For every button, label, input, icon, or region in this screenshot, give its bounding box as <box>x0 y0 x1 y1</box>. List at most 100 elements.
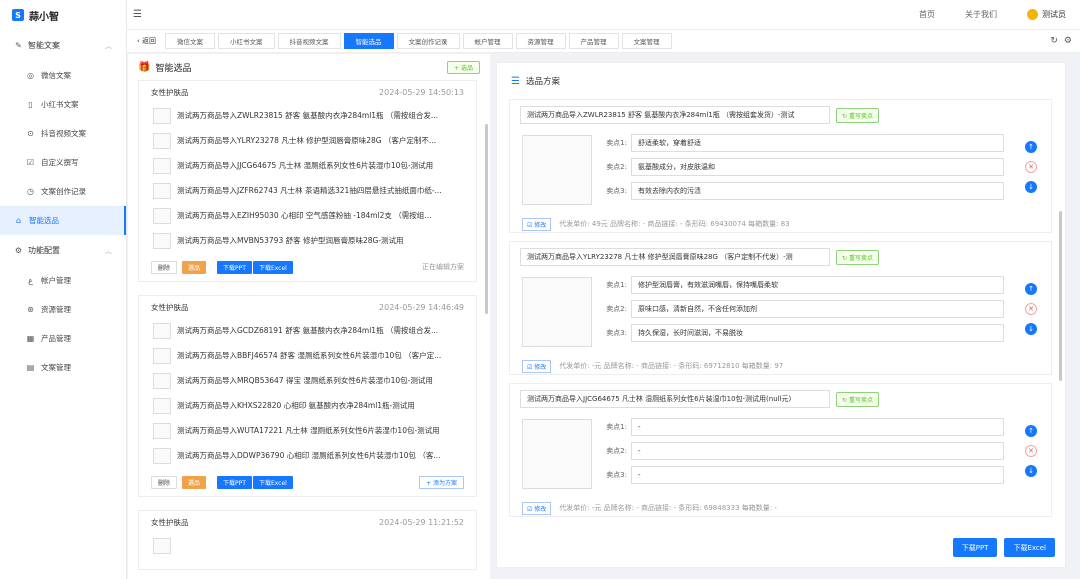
delete-button[interactable]: 删除 <box>151 475 178 489</box>
move-down-icon[interactable]: ↓ <box>1025 181 1037 193</box>
download-excel-button[interactable]: 下载Excel <box>252 260 293 274</box>
sidebar-item-smart-select[interactable]: ⌂ 智能选品 <box>0 206 126 235</box>
add-selection-button[interactable]: + 选品 <box>447 60 480 74</box>
card-name: 女性护肤品 <box>151 302 189 312</box>
reselect-button[interactable]: 選品 <box>182 260 207 274</box>
scrollbar[interactable] <box>485 124 488 314</box>
refresh-icon[interactable]: ↻ <box>1050 36 1058 46</box>
delete-icon[interactable]: ✕ <box>1025 445 1037 457</box>
list-item[interactable]: 测试两万商品导入JZFR62743 凡士林 茶语精选321抽四层悬挂式抽纸面巾纸… <box>139 178 476 203</box>
edit-label: 修改 <box>534 505 547 513</box>
list-item[interactable] <box>139 533 476 558</box>
move-down-icon[interactable]: ↓ <box>1025 465 1037 477</box>
back-button[interactable]: ‹ 返回 <box>131 36 162 46</box>
selling-point-input[interactable]: 氨基酸成分，对皮肤温和 <box>631 158 1004 176</box>
delete-icon[interactable]: ✕ <box>1025 161 1037 173</box>
selling-point-input[interactable]: 修护型润唇膏，有效滋润嘴唇，保持嘴唇柔软 <box>631 276 1004 294</box>
plan-title-input[interactable]: 测试两万商品导入JJCG64675 凡士林 湿厕纸系列女性6片装湿巾10包-测试… <box>520 390 830 408</box>
list-item[interactable]: 测试两万商品导入JJCG64675 凡士林 湿厕纸系列女性6片装湿巾10包-测试… <box>139 153 476 178</box>
delete-icon[interactable]: ✕ <box>1025 303 1037 315</box>
selling-point-input[interactable]: 原味口感，清新自然，不含任何添加剂 <box>631 300 1004 318</box>
edit-label: 修改 <box>534 363 547 371</box>
image-placeholder-icon <box>153 347 171 364</box>
list-item[interactable]: 测试两万商品导入DDWP36790 心相印 湿厕纸系列女性6片装湿巾10包 （客… <box>139 443 476 468</box>
tab-product[interactable]: 产品管理 <box>568 33 619 49</box>
tab-wechat[interactable]: 微信文案 <box>165 33 216 49</box>
sidebar-item-copy[interactable]: ▤ 文案管理 <box>0 353 126 382</box>
selling-point-input[interactable]: 有效去除内衣的污渍 <box>631 182 1004 200</box>
image-placeholder-icon <box>153 157 171 174</box>
sidebar: S 蒜小智 ✎ 智能文案 ︿ ◎ 微信文案 ▯ 小红书文案 ⊙ 抖音视频文案 ☑ 自定义撰… <box>0 0 127 579</box>
selling-point-input[interactable]: - <box>631 442 1004 460</box>
nav-about[interactable]: 关于我们 <box>965 9 997 20</box>
list-item[interactable]: 测试两万商品导入WUTA17221 凡士林 湿厕纸系列女性6片装湿巾10包-测试… <box>139 418 476 443</box>
tab-account[interactable]: 帐户管理 <box>462 33 513 49</box>
selling-point-input[interactable]: 舒适柔软，穿着舒适 <box>631 134 1004 152</box>
move-up-icon[interactable]: ↑ <box>1025 141 1037 153</box>
menu-group-smart-copy[interactable]: ✎ 智能文案 ︿ <box>0 30 126 61</box>
wechat-icon: ◎ <box>27 71 34 80</box>
rewrite-selling-points-button[interactable]: ↻ 重写卖点 <box>836 107 879 123</box>
plan-panel: ☰ 选品方案 测试两万商品导入ZWLR23815 舒客 氨基酸内衣净284ml1… <box>496 62 1066 568</box>
plan-title-input[interactable]: 测试两万商品导入YLRY23278 凡士林 修护型润唇膏原味28G （客户定制不… <box>520 248 830 266</box>
sidebar-item-wechat[interactable]: ◎ 微信文案 <box>0 61 126 90</box>
delete-button[interactable]: 删除 <box>151 260 178 274</box>
settings-icon[interactable]: ⚙ <box>1064 36 1072 46</box>
rewrite-selling-points-button[interactable]: ↻ 重写卖点 <box>836 249 879 265</box>
menu-fold-icon[interactable]: ☰ <box>133 9 142 20</box>
tab-xiaohongshu[interactable]: 小红书文案 <box>218 33 275 49</box>
move-up-icon[interactable]: ↑ <box>1025 425 1037 437</box>
rewrite-label: 重写卖点 <box>848 396 873 404</box>
user-menu[interactable]: 测试员 <box>1027 9 1066 20</box>
edit-button[interactable]: ☑ 修改 <box>522 501 552 515</box>
reselect-button[interactable]: 選品 <box>182 475 207 489</box>
tab-resource[interactable]: 资源管理 <box>515 33 566 49</box>
product-title: 测试两万商品导入KHXS22820 心相印 氨基酸内衣净284ml1瓶-测试用 <box>177 401 415 410</box>
move-up-icon[interactable]: ↑ <box>1025 283 1037 295</box>
list-item[interactable]: 测试两万商品导入ZWLR23815 舒客 氨基酸内衣净284ml1瓶 （需按组合… <box>139 103 476 128</box>
image-placeholder-icon <box>153 182 171 199</box>
move-down-icon[interactable]: ↓ <box>1025 323 1037 335</box>
sidebar-item-douyin[interactable]: ⊙ 抖音视频文案 <box>0 119 126 148</box>
plan-item: 测试两万商品导入ZWLR23815 舒客 氨基酸内衣净284ml1瓶 （需按组套… <box>509 99 1052 233</box>
list-item[interactable]: 测试两万商品导入MRQB53647 得宝 湿厕纸系列女性6片装湿巾10包-测试用 <box>139 368 476 393</box>
list-item[interactable]: 测试两万商品导入BBFJ46574 舒客 湿厕纸系列女性6片装湿巾10包 （客户… <box>139 343 476 368</box>
sidebar-item-product[interactable]: ▦ 产品管理 <box>0 324 126 353</box>
sidebar-item-records[interactable]: ◷ 文案创作记录 <box>0 177 126 206</box>
tab-records[interactable]: 文案创作记录 <box>396 33 460 49</box>
list-item[interactable]: 测试两万商品导入EZIH95030 心相印 空气感莲粉抽 -184ml2支 （需… <box>139 203 476 228</box>
sidebar-item-xiaohongshu[interactable]: ▯ 小红书文案 <box>0 90 126 119</box>
selling-point-label: 卖点1: <box>606 139 627 147</box>
sidebar-item-account[interactable]: ﻉ 帐户管理 <box>0 266 126 295</box>
selling-point-input[interactable]: 持久保湿，长时间滋润，不易脱妆 <box>631 324 1004 342</box>
download-excel-button[interactable]: 下载Excel <box>252 475 293 489</box>
scrollbar[interactable] <box>1059 211 1062 381</box>
nav-home[interactable]: 首页 <box>919 9 935 20</box>
tab-douyin[interactable]: 抖音视频文案 <box>277 33 341 49</box>
tab-smart-select[interactable]: 智能选品 <box>343 33 394 49</box>
edit-button[interactable]: ☑ 修改 <box>522 217 552 231</box>
rewrite-selling-points-button[interactable]: ↻ 重写卖点 <box>836 391 879 407</box>
sidebar-item-resource[interactable]: ⊛ 资源管理 <box>0 295 126 324</box>
selling-point-input[interactable]: - <box>631 418 1004 436</box>
download-ppt-button[interactable]: 下载PPT <box>217 475 252 489</box>
plan-title-input[interactable]: 测试两万商品导入ZWLR23815 舒客 氨基酸内衣净284ml1瓶 （需按组套… <box>520 106 830 124</box>
product-title: 测试两万商品导入GCDZ68191 舒客 氨基酸内衣净284ml1瓶 （需按组合… <box>177 326 439 335</box>
tab-copy[interactable]: 文案管理 <box>621 33 672 49</box>
sidebar-item-label: 微信文案 <box>41 71 71 80</box>
list-item[interactable]: 测试两万商品导入GCDZ68191 舒客 氨基酸内衣净284ml1瓶 （需按组合… <box>139 318 476 343</box>
add-to-plan-button[interactable]: + 添为方案 <box>419 475 464 489</box>
list-item[interactable]: 测试两万商品导入KHXS22820 心相印 氨基酸内衣净284ml1瓶-测试用 <box>139 393 476 418</box>
card-time: 2024-05-29 14:46:49 <box>379 302 464 312</box>
edit-button[interactable]: ☑ 修改 <box>522 359 552 373</box>
export-excel-button[interactable]: 下载Excel <box>1004 538 1055 557</box>
sidebar-item-label: 自定义撰写 <box>41 158 79 167</box>
sidebar-item-custom[interactable]: ☑ 自定义撰写 <box>0 148 126 177</box>
image-placeholder-icon <box>153 372 171 389</box>
export-ppt-button[interactable]: 下载PPT <box>952 538 998 557</box>
list-item[interactable]: 测试两万商品导入YLRY23278 凡士林 修护型润唇膏原味28G （客户定制不… <box>139 128 476 153</box>
download-ppt-button[interactable]: 下载PPT <box>217 260 252 274</box>
list-item[interactable]: 测试两万商品导入MVBN53793 舒客 修护型润唇膏原味28G-测试用 <box>139 228 476 253</box>
menu-group-config[interactable]: ⚙ 功能配置 ︿ <box>0 235 126 266</box>
selling-point-input[interactable]: - <box>631 466 1004 484</box>
